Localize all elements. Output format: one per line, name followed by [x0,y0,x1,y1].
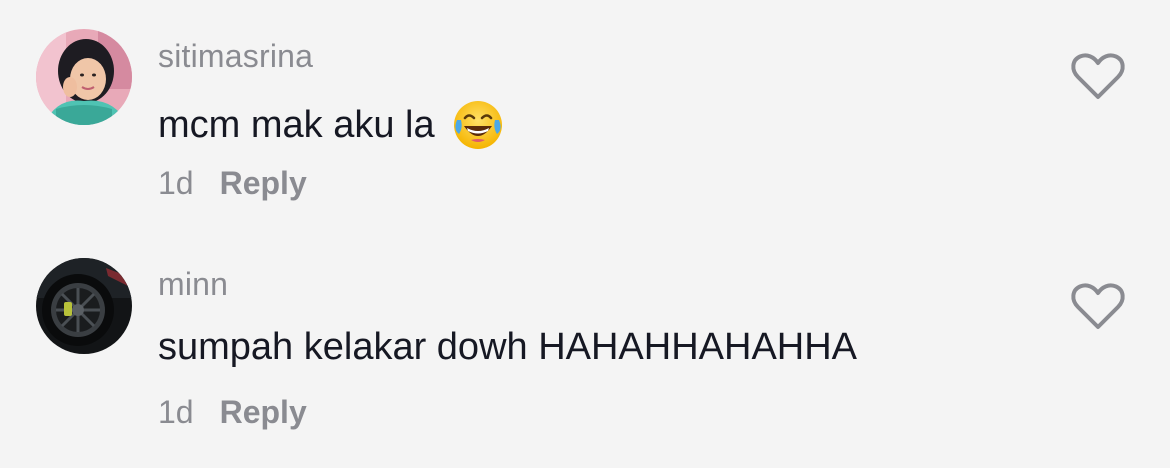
comment-text-content: mcm mak aku la [158,103,435,146]
comment-item: minn sumpah kelakar dowh HAHAHHAHAHHA 1d… [0,230,1170,468]
face-with-tears-of-joy-icon [451,98,505,152]
comment-time: 1d [158,394,194,430]
comment-meta: 1d Reply [158,394,307,431]
heart-icon [1071,53,1125,99]
comment-text: sumpah kelakar dowh HAHAHHAHAHHA [158,326,857,369]
reply-button[interactable]: Reply [220,165,307,202]
reply-button[interactable]: Reply [220,394,307,431]
comment-text: mcm mak aku la [158,98,505,152]
comment-meta: 1d Reply [158,165,307,202]
comment-item: sitimasrina mcm mak aku la 1d Reply [0,0,1170,230]
username[interactable]: minn [158,266,228,303]
comment-text-content: sumpah kelakar dowh HAHAHHAHAHHA [158,326,858,368]
comment-time: 1d [158,165,194,201]
heart-icon [1071,283,1125,329]
avatar[interactable] [36,258,132,354]
username[interactable]: sitimasrina [158,38,313,75]
like-button[interactable] [1070,282,1126,332]
like-button[interactable] [1070,52,1126,102]
avatar[interactable] [36,29,132,125]
